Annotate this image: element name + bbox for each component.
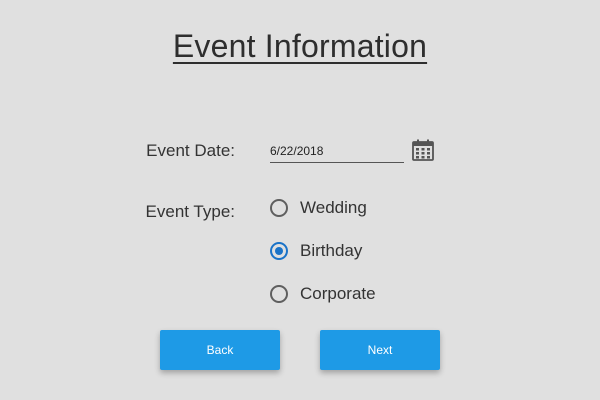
radio-dot <box>275 247 283 255</box>
radio-option-corporate[interactable]: Corporate <box>270 282 376 306</box>
radio-label-wedding: Wedding <box>300 198 367 217</box>
next-button[interactable]: Next <box>320 330 440 370</box>
radio-unchecked-icon <box>270 199 288 217</box>
radio-label-birthday: Birthday <box>300 241 363 260</box>
radio-unchecked-icon <box>270 285 288 303</box>
radio-label-corporate: Corporate <box>300 284 376 303</box>
event-date-field[interactable] <box>270 140 404 163</box>
event-information-page: Event Information Event Date: Event Type… <box>0 0 600 400</box>
back-button[interactable]: Back <box>160 330 280 370</box>
event-type-label: Event Type: <box>145 202 235 221</box>
radio-option-birthday[interactable]: Birthday <box>270 239 362 263</box>
calendar-icon[interactable] <box>412 139 434 161</box>
radio-option-wedding[interactable]: Wedding <box>270 196 367 220</box>
page-title: Event Information <box>172 28 428 64</box>
event-date-label: Event Date: <box>146 141 235 160</box>
radio-checked-icon <box>270 242 288 260</box>
